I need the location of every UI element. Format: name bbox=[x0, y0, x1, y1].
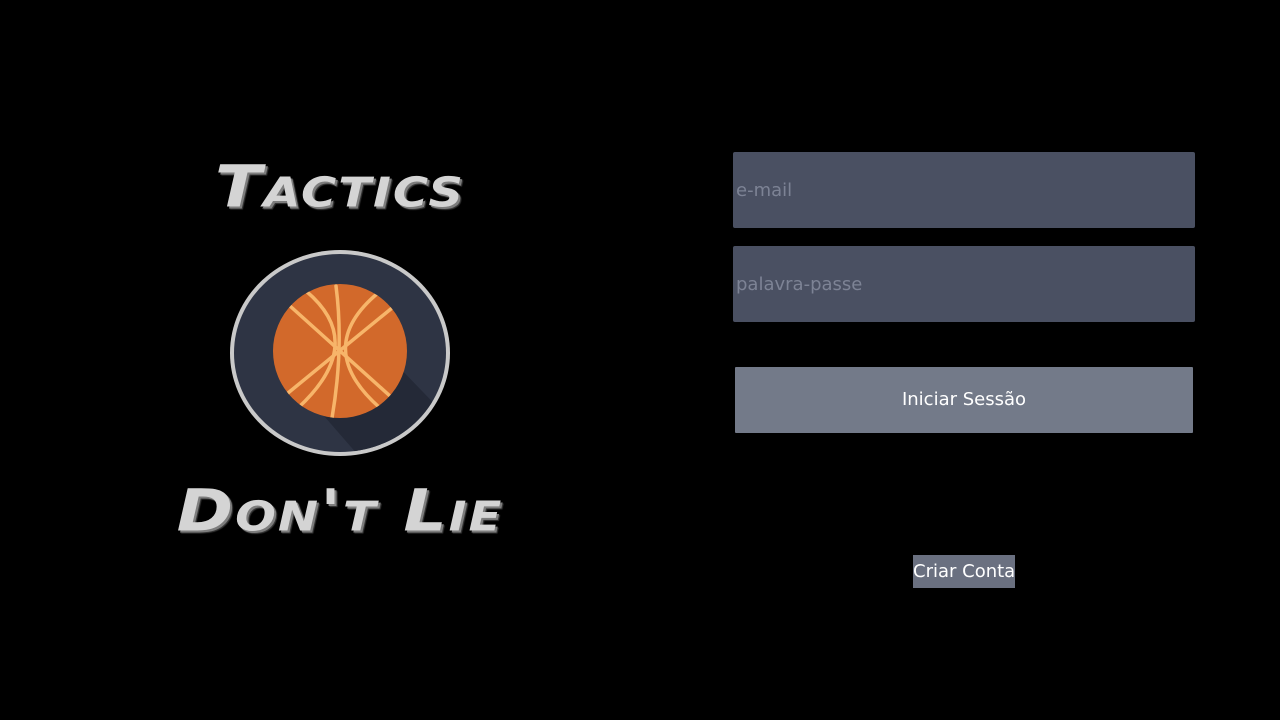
password-field bbox=[733, 246, 1195, 322]
login-button[interactable]: Iniciar Sessão bbox=[735, 367, 1193, 433]
logo-title-top: Tactics bbox=[215, 154, 465, 222]
email-input[interactable] bbox=[733, 152, 1195, 228]
logo-title-bottom: Don't Lie bbox=[176, 478, 504, 546]
email-field bbox=[733, 152, 1195, 228]
password-input[interactable] bbox=[733, 246, 1195, 322]
basketball-icon bbox=[230, 250, 450, 456]
login-screen: Tactics Don't Lie e-mail Iniciar Sessão … bbox=[0, 0, 1280, 720]
app-logo: Tactics Don't Lie bbox=[120, 140, 560, 560]
create-account-button[interactable]: Criar Conta bbox=[913, 555, 1015, 588]
